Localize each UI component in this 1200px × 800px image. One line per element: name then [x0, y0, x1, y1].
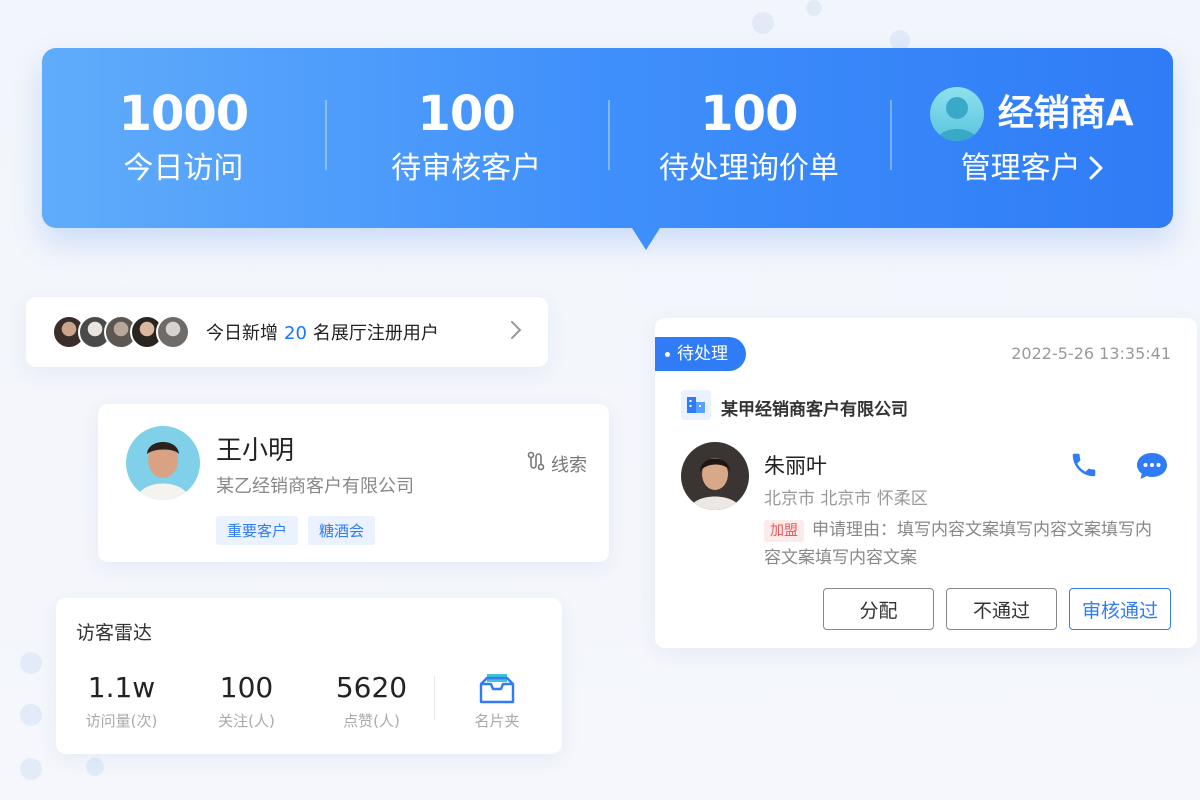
dealer-name: 经销商A: [997, 93, 1134, 134]
new-users-count: 20: [284, 323, 307, 344]
chevron-right-icon: [1089, 156, 1103, 184]
metric-label: 访问量(次): [85, 712, 158, 730]
join-badge: 加盟: [764, 520, 804, 542]
metric-value: 1.1w: [87, 671, 156, 704]
company-row: 某甲经销商客户有限公司: [681, 390, 908, 424]
metric-value: 100: [219, 671, 274, 704]
stat-value: 100: [417, 86, 516, 142]
metric-label: 点赞(人): [343, 712, 400, 730]
building-icon: [681, 390, 711, 424]
new-users-prefix: 今日新增: [206, 323, 278, 344]
tag-important-customer: 重要客户: [216, 516, 299, 545]
new-users-card[interactable]: 今日新增 20 名展厅注册用户: [26, 297, 548, 367]
new-users-suffix: 名展厅注册用户: [312, 323, 439, 344]
background-dot: [752, 12, 774, 34]
metric-followers[interactable]: 100 关注(人): [184, 672, 309, 731]
stat-value: 1000: [118, 86, 250, 142]
background-dot: [86, 758, 104, 776]
metric-likes[interactable]: 5620 点赞(人): [309, 672, 434, 731]
status-label: 待处理: [677, 344, 728, 364]
reject-button[interactable]: 不通过: [945, 588, 1057, 630]
stat-label: 待处理询价单: [658, 151, 839, 186]
pending-review-card: 待处理 2022-5-26 13:35:41 某甲经销商客户有限公司 朱丽叶 北…: [655, 318, 1197, 648]
visitor-radar-card: 访客雷达 1.1w 访问量(次) 100 关注(人) 5620 点赞(人) 名片…: [56, 598, 562, 754]
radar-title: 访客雷达: [76, 622, 153, 644]
background-dot: [806, 0, 822, 16]
customer-profile-card[interactable]: 王小明 某乙经销商客户有限公司 重要客户 糖酒会 线索: [98, 404, 609, 562]
person-location: 北京市 北京市 怀柔区: [764, 489, 928, 509]
metric-value: 5620: [335, 671, 408, 704]
cardholder-label: 名片夹: [474, 712, 520, 730]
approve-button[interactable]: 审核通过: [1068, 588, 1171, 630]
chevron-right-icon: [510, 320, 522, 344]
lead-link[interactable]: 线索: [525, 450, 587, 477]
stat-value: 100: [700, 86, 798, 142]
customer-name: 王小明: [216, 436, 295, 466]
person-name: 朱丽叶: [764, 454, 827, 478]
assign-button[interactable]: 分配: [822, 588, 934, 630]
tag-trade-fair: 糖酒会: [308, 516, 376, 545]
avatar: [126, 426, 200, 500]
status-badge: 待处理: [655, 337, 746, 371]
bullet-icon: [665, 351, 670, 357]
timestamp: 2022-5-26 13:35:41: [1011, 344, 1171, 363]
reason-text: 申请理由：填写内容文案填写内容文案填写内容文案填写内容文案: [764, 520, 1152, 568]
chat-bubble-icon[interactable]: [1135, 450, 1169, 486]
metric-label: 关注(人): [218, 712, 275, 730]
radar-metrics: 1.1w 访问量(次) 100 关注(人) 5620 点赞(人) 名片夹: [56, 672, 562, 731]
metric-visits[interactable]: 1.1w 访问量(次): [59, 672, 184, 731]
route-icon: [525, 450, 547, 477]
stats-banner: 1000 今日访问 100 待审核客户 100 待处理询价单 经销商A 管理客户: [42, 48, 1173, 250]
lead-label: 线索: [551, 454, 587, 476]
background-dot: [20, 652, 42, 674]
user-avatar-icon: [929, 87, 984, 141]
background-dot: [890, 30, 910, 50]
inbox-icon: [435, 672, 559, 704]
background-dot: [20, 758, 42, 780]
customer-company: 某乙经销商客户有限公司: [216, 476, 414, 497]
stat-today-visits: 1000 今日访问: [42, 48, 325, 228]
new-users-text: 今日新增 20 名展厅注册用户: [206, 319, 439, 345]
company-name: 某甲经销商客户有限公司: [721, 399, 908, 420]
dealer-panel: 经销商A 管理客户: [890, 48, 1173, 228]
tag-list: 重要客户 糖酒会: [216, 516, 376, 545]
phone-icon[interactable]: [1069, 450, 1099, 484]
background-dot: [20, 704, 42, 726]
manage-customers-label: 管理客户: [960, 151, 1081, 186]
avatar: [156, 315, 190, 349]
stat-label: 今日访问: [123, 151, 244, 186]
stat-pending-customers: 100 待审核客户: [324, 48, 608, 228]
stat-label: 待审核客户: [391, 151, 542, 186]
application-reason: 加盟 申请理由：填写内容文案填写内容文案填写内容文案填写内容文案: [764, 516, 1164, 572]
avatar-stack: [52, 315, 190, 349]
avatar: [681, 442, 749, 510]
cardholder-button[interactable]: 名片夹: [435, 672, 559, 731]
manage-customers-link[interactable]: 管理客户: [961, 143, 1103, 191]
action-buttons: 分配 不通过 审核通过: [822, 588, 1171, 630]
stat-pending-inquiries: 100 待处理询价单: [607, 48, 891, 228]
